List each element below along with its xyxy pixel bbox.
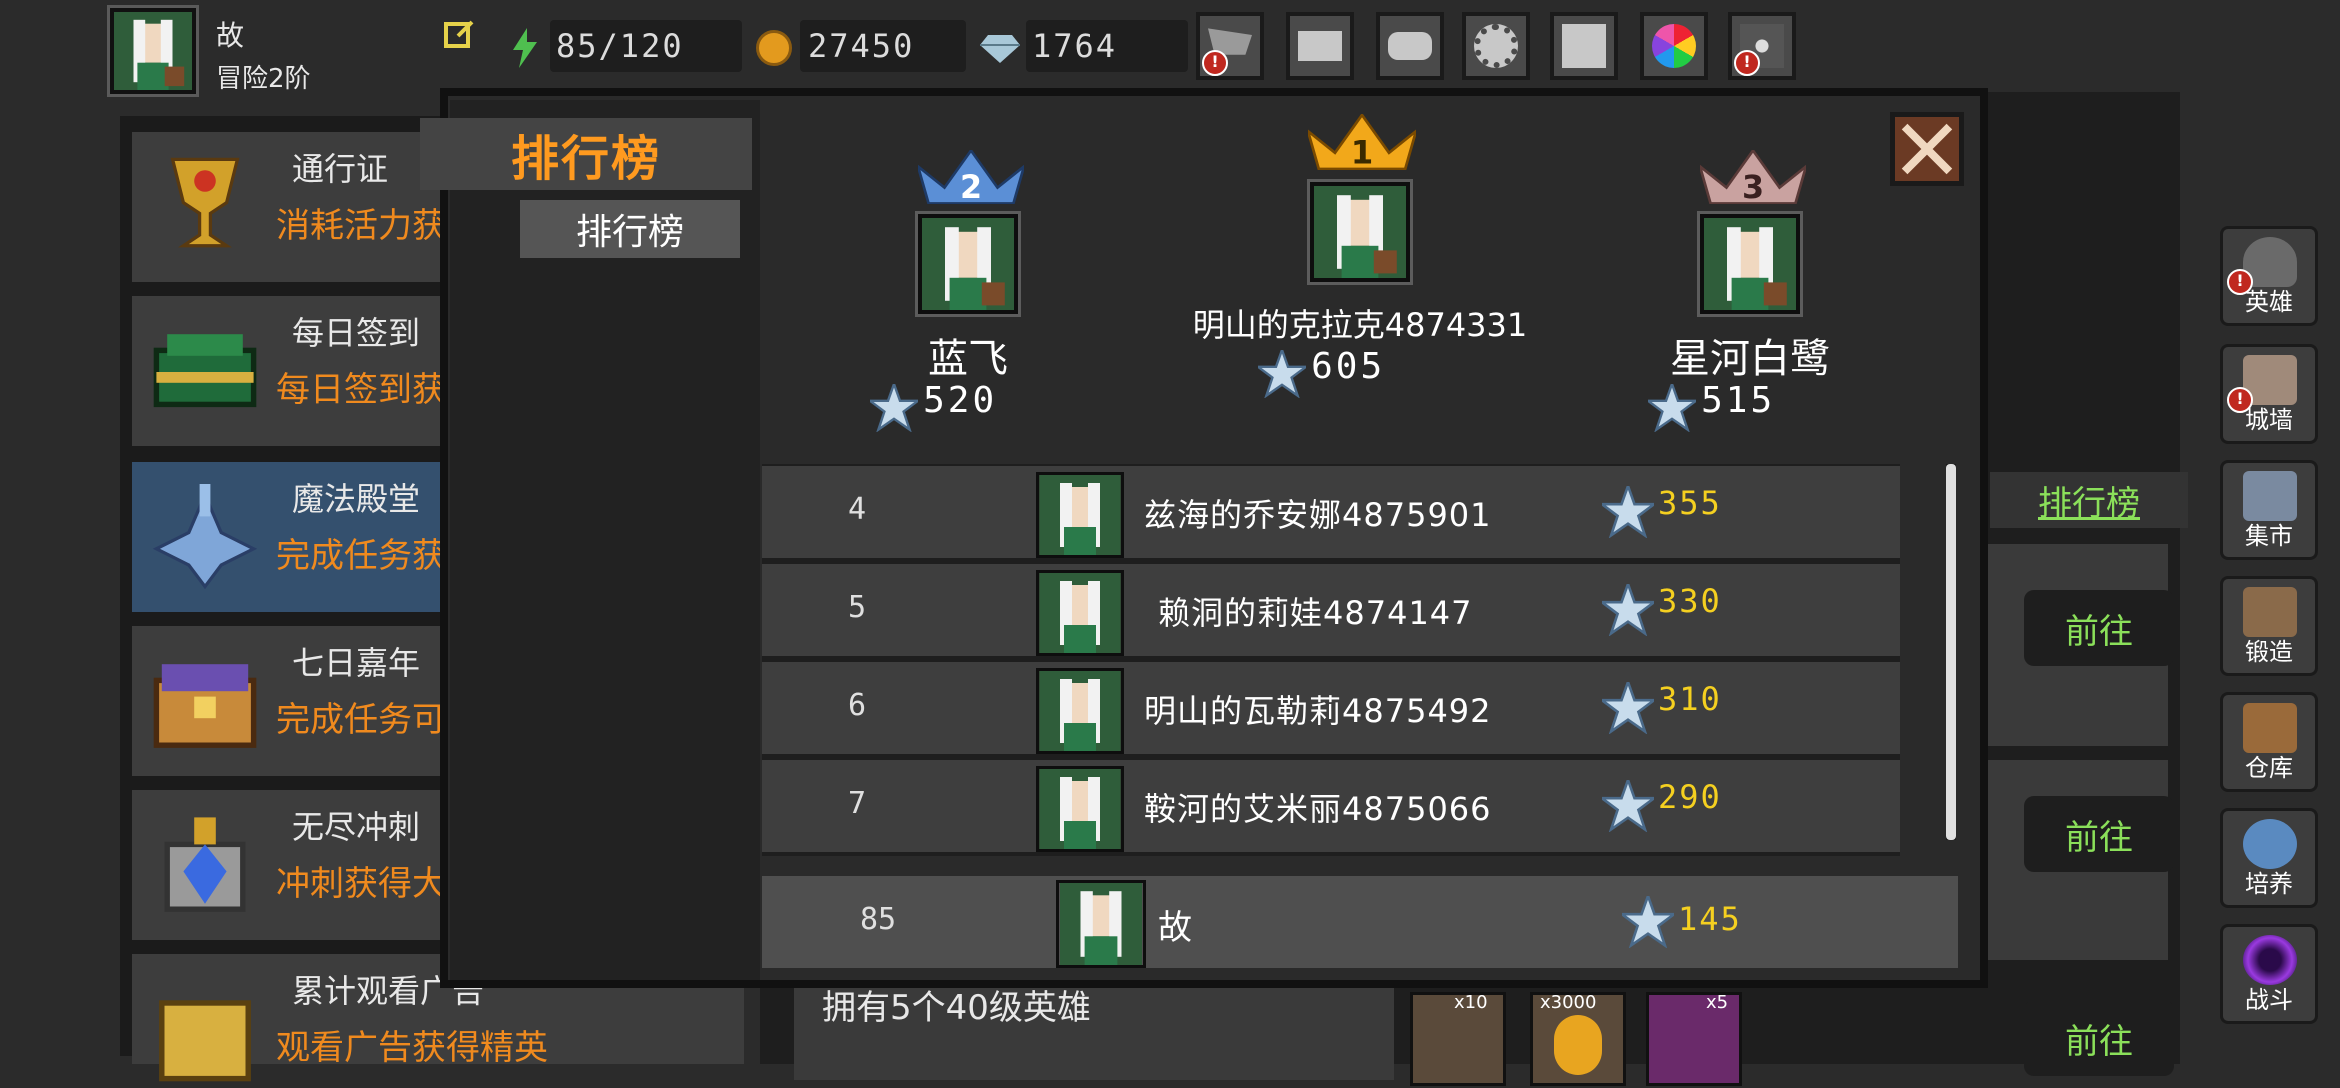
- svg-text:2: 2: [960, 169, 982, 204]
- goto-button[interactable]: 前往: [2024, 796, 2174, 872]
- gem-icon: [980, 34, 1020, 64]
- ranking-link[interactable]: 排行榜: [1990, 472, 2188, 528]
- podium-2-avatar[interactable]: [915, 211, 1021, 317]
- reward-count: x5: [1706, 992, 1729, 1013]
- ranking-row[interactable]: 4 兹海的乔安娜4875901 355: [762, 466, 1900, 558]
- player-avatar[interactable]: [107, 5, 199, 97]
- star-icon: [1598, 678, 1658, 738]
- row-avatar: [1036, 766, 1124, 852]
- gamepad-icon[interactable]: [1376, 12, 1444, 80]
- color-wheel-icon[interactable]: [1640, 12, 1708, 80]
- chalice-icon: [146, 154, 264, 262]
- podium-1-name: 明山的克拉克4874331: [1192, 306, 1528, 344]
- ranking-row[interactable]: 7 鞍河的艾米丽4875066 290: [762, 760, 1900, 852]
- tab-ranking-title[interactable]: 排行榜: [420, 118, 752, 190]
- nav-warehouse[interactable]: 仓库: [2220, 692, 2318, 792]
- cart-icon[interactable]: !: [1196, 12, 1264, 80]
- close-icon: [1901, 123, 1953, 175]
- market-stall-icon: [2243, 471, 2297, 521]
- goto-button[interactable]: 前往: [2024, 1000, 2174, 1076]
- row-avatar: [1036, 570, 1124, 656]
- silver-crown-icon: 2: [915, 148, 1027, 206]
- ranking-row[interactable]: 5 赖洞的莉娃4874147 330: [762, 564, 1900, 656]
- podium-1-avatar[interactable]: [1307, 179, 1413, 285]
- podium-2-name: 蓝飞: [928, 336, 1008, 382]
- star-icon: [1598, 776, 1658, 836]
- gold-crown-icon: 1: [1305, 112, 1419, 172]
- my-rank: 85: [860, 902, 897, 937]
- reward-count: x3000: [1540, 992, 1597, 1013]
- my-ranking-row[interactable]: 85 故 145: [762, 876, 1958, 968]
- gold-value: 27450: [800, 20, 966, 72]
- portal-icon: [2243, 935, 2297, 985]
- nav-market[interactable]: 集市: [2220, 460, 2318, 560]
- nav-battle[interactable]: 战斗: [2220, 924, 2318, 1024]
- edit-icon[interactable]: [444, 18, 476, 50]
- gems-value: 1764: [1026, 20, 1188, 72]
- svg-text:3: 3: [1742, 169, 1764, 204]
- svg-text:1: 1: [1351, 134, 1374, 170]
- ranking-row[interactable]: 6 明山的瓦勒莉4875492 310: [762, 662, 1900, 754]
- my-name: 故: [1158, 908, 1192, 948]
- reward-count: x10: [1454, 992, 1488, 1013]
- fireworks-icon[interactable]: !: [1728, 12, 1796, 80]
- podium-2-score-row: 520: [866, 379, 997, 433]
- player-name: 故: [216, 19, 245, 52]
- anvil-icon: [2243, 587, 2297, 637]
- warehouse-icon: [2243, 703, 2297, 753]
- nav-forge[interactable]: 锻造: [2220, 576, 2318, 676]
- podium-3-score-row: 515: [1644, 379, 1775, 433]
- star-icon: [1618, 892, 1678, 952]
- podium-3-name: 星河白鹭: [1670, 336, 1830, 382]
- goblet-icon: [2243, 819, 2297, 869]
- star-icon: [1598, 482, 1658, 542]
- book-chest-icon: [146, 318, 264, 426]
- podium-1-score-row: 605: [1254, 345, 1385, 399]
- row-avatar: [1036, 668, 1124, 754]
- player-rank: 冒险2阶: [216, 64, 311, 94]
- star-icon: [1598, 580, 1658, 640]
- podium-3-avatar[interactable]: [1697, 211, 1803, 317]
- tab-ranking[interactable]: 排行榜: [520, 200, 740, 258]
- nav-wall[interactable]: ! 城墙: [2220, 344, 2318, 444]
- blue-crystal-shrine-icon: [146, 812, 264, 920]
- ranking-scrollbar[interactable]: [1946, 464, 1956, 840]
- my-score: 145: [1678, 900, 1742, 938]
- nav-train[interactable]: 培养: [2220, 808, 2318, 908]
- settings-icon[interactable]: [1462, 12, 1530, 80]
- crystal-altar-icon: [146, 484, 264, 592]
- close-button[interactable]: [1890, 112, 1964, 186]
- my-avatar: [1056, 880, 1146, 968]
- goto-button[interactable]: 前往: [2024, 590, 2174, 666]
- stamina-value: 85/120: [550, 20, 742, 72]
- gift-icon[interactable]: [1550, 12, 1618, 80]
- star-icon: [1644, 379, 1700, 433]
- bronze-crown-icon: 3: [1697, 148, 1809, 206]
- row-avatar: [1036, 472, 1124, 558]
- nav-hero[interactable]: ! 英雄: [2220, 226, 2318, 326]
- mail-icon[interactable]: [1286, 12, 1354, 80]
- treasure-chest-icon: [146, 648, 264, 756]
- gold-coin-icon: [756, 30, 792, 66]
- star-icon: [866, 379, 922, 433]
- stamina-icon: [508, 28, 542, 68]
- star-icon: [1254, 345, 1310, 399]
- gold-chest-icon: [146, 976, 264, 1084]
